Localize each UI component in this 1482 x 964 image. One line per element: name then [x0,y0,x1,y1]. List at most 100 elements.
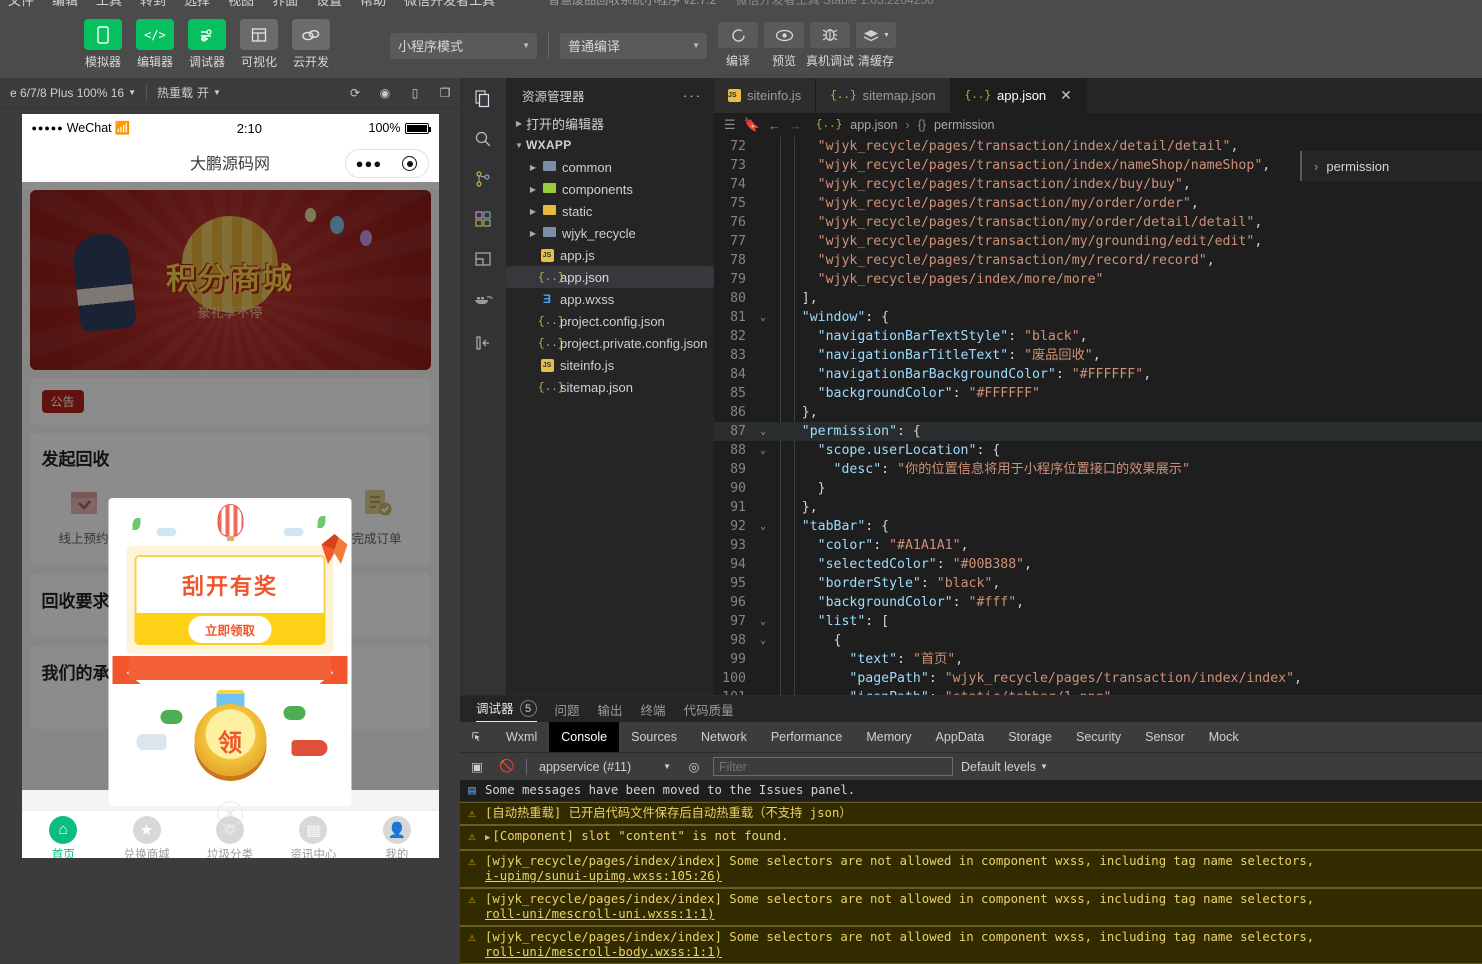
fold-toggle-icon[interactable]: ⌄ [756,517,770,536]
record-icon[interactable]: ◉ [370,86,400,100]
fold-toggle-icon[interactable]: ⌄ [756,612,770,631]
open-editors-row[interactable]: ▶ 打开的编辑器 [506,112,714,134]
hot-reload-toggle[interactable]: 热重载 开 ▼ [147,84,231,101]
file-tree-item-sitemap.json[interactable]: {..}sitemap.json [506,376,714,398]
code-line-88[interactable]: 88⌄ "scope.userLocation": { [714,441,1482,460]
console-message-5[interactable]: ⚠[wjyk_recycle/pages/index/index] Some s… [460,926,1482,964]
code-line-80[interactable]: 80 ], [714,289,1482,308]
extensions-icon[interactable] [469,206,497,232]
devtools-tab-network[interactable]: Network [689,722,759,752]
tabbar-item-3[interactable]: ▤资讯中心 [272,816,355,859]
code-line-79[interactable]: 79 "wjyk_recycle/pages/index/more/more" [714,270,1482,289]
devtools-tab-mock[interactable]: Mock [1197,722,1251,752]
panel-tab-0[interactable]: 调试器5 [476,696,537,722]
devtools-tab-wxml[interactable]: Wxml [494,722,549,752]
console-message-link[interactable]: roll-uni/mescroll-uni.wxss:1:1) [485,907,715,921]
code-editor[interactable]: 72 "wjyk_recycle/pages/transaction/index… [714,137,1482,695]
code-line-75[interactable]: 75 "wjyk_recycle/pages/transaction/my/or… [714,194,1482,213]
file-tree-item-static[interactable]: ▶static [506,200,714,222]
toolbar-toggle-1[interactable]: </>编辑器 [132,19,178,70]
devtools-tab-security[interactable]: Security [1064,722,1133,752]
code-line-91[interactable]: 91 }, [714,498,1482,517]
search-icon[interactable] [469,126,497,152]
devtools-tab-sensor[interactable]: Sensor [1133,722,1197,752]
execute-icon[interactable]: ▣ [466,759,488,774]
code-line-87[interactable]: 87⌄ "permission": { [714,422,1482,441]
editor-tab-sitemap.json[interactable]: {..}sitemap.json [816,78,950,113]
file-tree-item-app.js[interactable]: JSapp.js [506,244,714,266]
compile-select[interactable]: 普通编译 ▼ [560,33,707,59]
modal-close-button[interactable]: ✕ [217,801,243,827]
eye-icon[interactable]: ◎ [683,759,705,774]
code-line-82[interactable]: 82 "navigationBarTextStyle": "black", [714,327,1482,346]
fold-toggle-icon[interactable]: ⌄ [756,308,770,327]
code-line-99[interactable]: 99 "text": "首页", [714,650,1482,669]
breadcrumb-symbol[interactable]: permission [934,118,994,132]
toolbar-toggle-2[interactable]: 调试器 [184,19,230,70]
code-line-95[interactable]: 95 "borderStyle": "black", [714,574,1482,593]
mode-select[interactable]: 小程序模式 ▼ [390,33,537,59]
toolbar-toggle-3[interactable]: 可视化 [236,19,282,70]
console-filter-input[interactable] [713,757,953,776]
coin-button[interactable]: 领 [194,704,266,776]
breadcrumb-file[interactable]: app.json [850,118,897,132]
ellipsis-icon[interactable]: ··· [683,88,702,103]
bookmark-icon[interactable]: 🔖 [744,117,760,133]
console-context-select[interactable]: appservice (#11) ▼ [535,760,675,774]
file-tree-item-wjyk_recycle[interactable]: ▶wjyk_recycle [506,222,714,244]
console-message-3[interactable]: ⚠[wjyk_recycle/pages/index/index] Some s… [460,850,1482,888]
source-control-icon[interactable] [469,166,497,192]
editor-tab-app.json[interactable]: {..}app.json✕ [951,78,1087,113]
expand-icon[interactable]: ▶ [485,833,490,843]
console-output[interactable]: ▤Some messages have been moved to the Is… [460,780,1482,964]
panel-tab-4[interactable]: 代码质量 [684,700,734,719]
back-arrow-icon[interactable]: ← [768,118,781,133]
toolbar-action-2[interactable]: 真机调试 [807,22,853,69]
claim-button[interactable]: 立即领取 [189,616,271,643]
file-tree-item-project.private.config.json[interactable]: {..}project.private.config.json [506,332,714,354]
files-icon[interactable] [469,86,497,112]
code-line-90[interactable]: 90 } [714,479,1482,498]
code-line-96[interactable]: 96 "backgroundColor": "#fff", [714,593,1482,612]
console-message-link[interactable]: roll-uni/mescroll-body.wxss:1:1) [485,945,722,959]
code-line-83[interactable]: 83 "navigationBarTitleText": "废品回收", [714,346,1482,365]
file-tree-item-app.wxss[interactable]: Ǝapp.wxss [506,288,714,310]
devtools-tab-performance[interactable]: Performance [759,722,855,752]
toolbar-toggle-0[interactable]: 模拟器 [80,19,126,70]
console-message-2[interactable]: ⚠▶[Component] slot "content" is not foun… [460,825,1482,850]
code-line-100[interactable]: 100 "pagePath": "wjyk_recycle/pages/tran… [714,669,1482,688]
workspace-root-row[interactable]: ▼ WXAPP [506,134,714,156]
devtools-tab-appdata[interactable]: AppData [924,722,997,752]
code-line-98[interactable]: 98⌄ { [714,631,1482,650]
panel-tab-3[interactable]: 终端 [641,700,666,719]
tabbar-item-4[interactable]: 👤我的 [355,816,438,859]
close-target-icon[interactable] [402,156,417,171]
collapse-icon[interactable] [469,330,497,356]
console-message-0[interactable]: ▤Some messages have been moved to the Is… [460,780,1482,802]
file-tree-item-project.config.json[interactable]: {..}project.config.json [506,310,714,332]
panel-tab-1[interactable]: 问题 [555,700,580,719]
code-line-78[interactable]: 78 "wjyk_recycle/pages/transaction/my/re… [714,251,1482,270]
tabbar-item-1[interactable]: ★兑换商城 [105,816,188,859]
log-levels-select[interactable]: Default levels ▼ [961,760,1048,774]
window-icon[interactable]: ❐ [430,86,460,100]
toolbar-toggle-4[interactable]: 云开发 [288,19,334,70]
devtools-tab-console[interactable]: Console [549,722,619,752]
code-line-86[interactable]: 86 }, [714,403,1482,422]
editor-tab-siteinfo.js[interactable]: JSsiteinfo.js [714,78,816,113]
toolbar-action-1[interactable]: 预览 [761,22,807,69]
device-select[interactable]: e 6/7/8 Plus 100% 16 ▼ [0,86,146,100]
close-icon[interactable]: ✕ [1060,87,1072,104]
clear-console-icon[interactable]: 🚫 [496,759,518,774]
lottery-modal[interactable]: 刮开有奖 立即领取 [109,498,352,806]
code-line-89[interactable]: 89 "desc": "你的位置信息将用于小程序位置接口的效果展示" [714,460,1482,479]
fold-toggle-icon[interactable]: ⌄ [756,631,770,650]
rotate-icon[interactable]: ▯ [400,86,430,100]
suggestion-popup[interactable]: › permission [1300,151,1482,181]
code-line-81[interactable]: 81⌄ "window": { [714,308,1482,327]
docker-icon[interactable] [469,286,497,312]
devtools-tab-sources[interactable]: Sources [619,722,689,752]
code-line-93[interactable]: 93 "color": "#A1A1A1", [714,536,1482,555]
forward-arrow-icon[interactable]: → [789,118,802,133]
devtools-tab-storage[interactable]: Storage [996,722,1064,752]
